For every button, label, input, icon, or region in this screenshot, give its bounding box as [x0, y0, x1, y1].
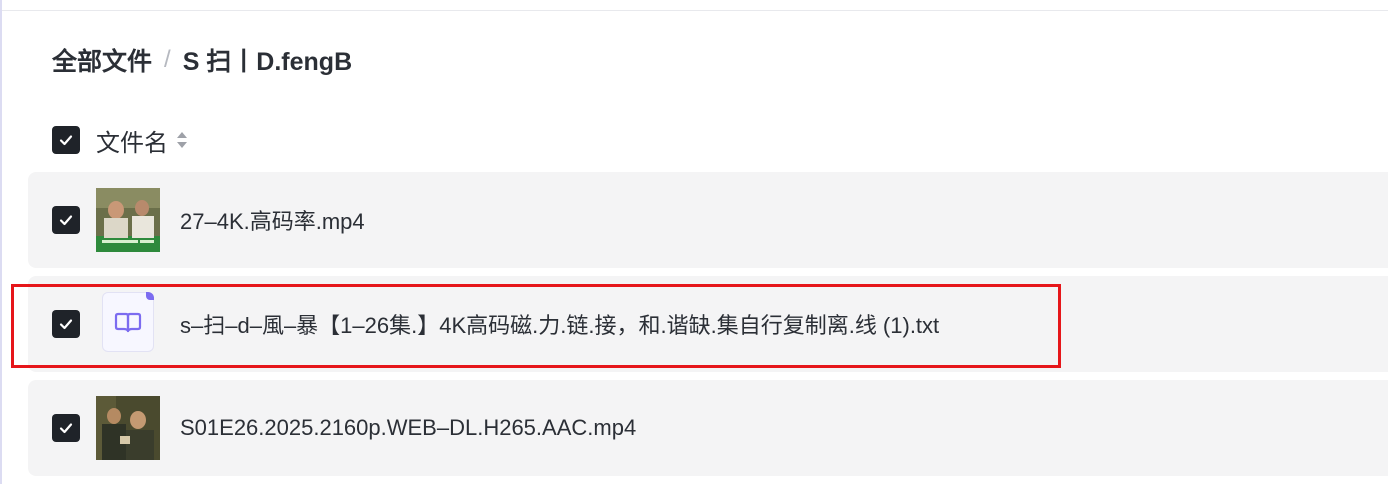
check-icon [59, 423, 73, 434]
file-row[interactable]: s–扫–d–風–暴【1–26集.】4K高码磁.力.链.接，和.谐缺.集自行复制离… [28, 276, 1388, 372]
sort-updown-icon[interactable] [176, 130, 188, 150]
file-name[interactable]: s–扫–d–風–暴【1–26集.】4K高码磁.力.链.接，和.谐缺.集自行复制离… [180, 276, 939, 372]
video-thumbnail [96, 396, 160, 460]
file-browser-page: 全部文件 / S 扫丨D.fengB 文件名 27–4K.高码率.mp4 s–扫… [0, 0, 1388, 484]
file-checkbox[interactable] [52, 414, 80, 442]
check-icon [59, 215, 73, 226]
left-divider [0, 0, 2, 484]
breadcrumb-root-link[interactable]: 全部文件 [52, 42, 152, 78]
breadcrumb-current-folder: S 扫丨D.fengB [182, 48, 353, 76]
file-name[interactable]: S01E26.2025.2160p.WEB–DL.H265.AAC.mp4 [180, 380, 636, 476]
top-divider [0, 10, 1388, 11]
check-icon [59, 135, 73, 146]
file-checkbox[interactable] [52, 310, 80, 338]
column-filename-label[interactable]: 文件名 [96, 123, 168, 158]
list-header: 文件名 [52, 123, 188, 158]
video-thumbnail [96, 188, 160, 252]
breadcrumb: 全部文件 / S 扫丨D.fengB [52, 42, 352, 78]
check-icon [59, 319, 73, 330]
file-row[interactable]: 27–4K.高码率.mp4 [28, 172, 1388, 268]
file-checkbox[interactable] [52, 206, 80, 234]
file-row[interactable]: S01E26.2025.2160p.WEB–DL.H265.AAC.mp4 [28, 380, 1388, 476]
book-document-icon [102, 292, 154, 352]
file-name[interactable]: 27–4K.高码率.mp4 [180, 172, 365, 268]
breadcrumb-separator: / [164, 46, 171, 73]
select-all-checkbox[interactable] [52, 126, 80, 154]
